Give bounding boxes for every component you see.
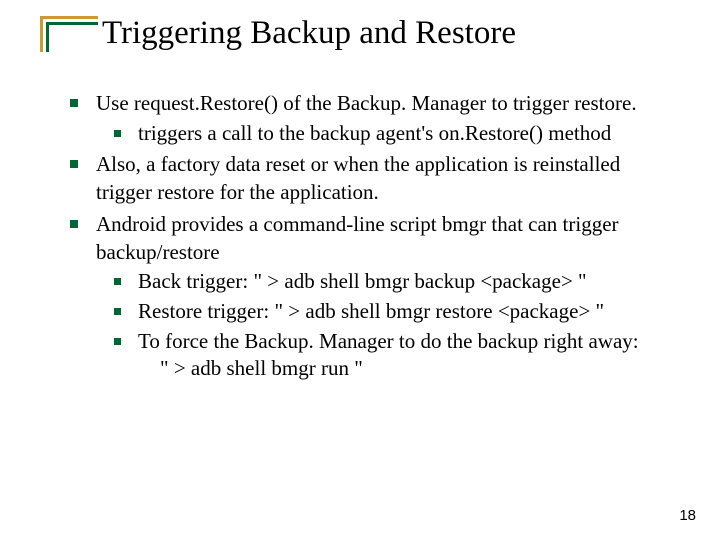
text: Back trigger: " > adb shell bmgr backup … — [138, 269, 587, 293]
text: Android provides a command-line script — [96, 212, 442, 236]
bullet-1-1: triggers a call to the backup agent's on… — [114, 120, 680, 148]
bullet-3-2: Restore trigger: " > adb shell bmgr rest… — [114, 298, 680, 326]
bullet-3: Android provides a command-line script b… — [70, 211, 680, 383]
bullet-1: Use request.Restore() of the Backup. Man… — [70, 90, 680, 147]
bullet-3-3-cmd: " > adb shell bmgr run " — [138, 355, 680, 383]
text: triggers a call to the backup agent's — [138, 121, 439, 145]
text: To force the Backup. Manager to do the b… — [138, 329, 639, 353]
slide-body: Use request.Restore() of the Backup. Man… — [70, 90, 680, 387]
text: Use — [96, 91, 134, 115]
page-number: 18 — [679, 507, 696, 524]
slide-title: Triggering Backup and Restore — [102, 15, 516, 51]
slide: Triggering Backup and Restore Use reques… — [0, 0, 720, 540]
code: request.Restore() — [134, 91, 278, 115]
text: method — [543, 121, 611, 145]
bullet-3-3: To force the Backup. Manager to do the b… — [114, 328, 680, 383]
code: on.Restore() — [439, 121, 543, 145]
code: bmgr — [442, 212, 486, 236]
bullet-3-1: Back trigger: " > adb shell bmgr backup … — [114, 268, 680, 296]
text: Also, a factory data reset or when the a… — [96, 152, 620, 204]
corner-ornament-icon — [40, 16, 98, 52]
text: of the Backup. Manager to trigger restor… — [278, 91, 637, 115]
title-wrap: Triggering Backup and Restore — [40, 16, 690, 52]
text: Restore trigger: " > adb shell bmgr rest… — [138, 299, 604, 323]
bullet-2: Also, a factory data reset or when the a… — [70, 151, 680, 206]
